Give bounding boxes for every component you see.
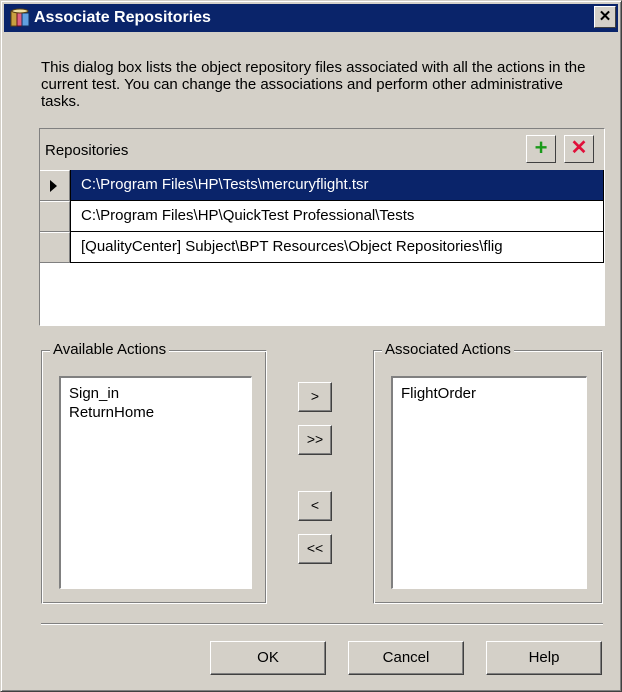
remove-action-button[interactable]: < bbox=[298, 491, 332, 521]
list-item[interactable]: ReturnHome bbox=[69, 403, 251, 422]
available-actions-label: Available Actions bbox=[50, 341, 170, 358]
available-actions-group: Available Actions Sign_in ReturnHome bbox=[41, 341, 267, 604]
repositories-header: Repositories + ✕ bbox=[40, 129, 604, 170]
repository-icon bbox=[10, 8, 30, 27]
current-row-pointer-icon bbox=[50, 180, 57, 192]
row-header[interactable] bbox=[40, 232, 70, 263]
associated-actions-list[interactable]: FlightOrder bbox=[391, 376, 587, 589]
close-button[interactable]: ✕ bbox=[594, 6, 616, 28]
row-header[interactable] bbox=[40, 201, 70, 232]
associated-actions-group: Associated Actions FlightOrder bbox=[373, 341, 603, 604]
dialog-title: Associate Repositories bbox=[34, 9, 211, 26]
available-actions-list[interactable]: Sign_in ReturnHome bbox=[59, 376, 252, 589]
add-all-actions-button[interactable]: >> bbox=[298, 425, 332, 455]
title-bar: Associate Repositories ✕ bbox=[4, 4, 618, 32]
remove-all-actions-button[interactable]: << bbox=[298, 534, 332, 564]
repository-path-cell[interactable]: C:\Program Files\HP\Tests\mercuryflight.… bbox=[70, 170, 604, 201]
repository-path-cell[interactable]: [QualityCenter] Subject\BPT Resources\Ob… bbox=[70, 232, 604, 263]
footer-divider bbox=[41, 623, 603, 625]
add-action-button[interactable]: > bbox=[298, 382, 332, 412]
help-button[interactable]: Help bbox=[486, 641, 602, 675]
list-item[interactable]: FlightOrder bbox=[401, 384, 586, 403]
close-icon: ✕ bbox=[598, 8, 612, 25]
repository-path-cell[interactable]: C:\Program Files\HP\QuickTest Profession… bbox=[70, 201, 604, 232]
row-header[interactable] bbox=[40, 170, 70, 201]
associate-repositories-dialog: Associate Repositories ✕ This dialog box… bbox=[0, 0, 622, 692]
repository-row[interactable]: C:\Program Files\HP\QuickTest Profession… bbox=[40, 201, 604, 232]
list-item[interactable]: Sign_in bbox=[69, 384, 251, 403]
repository-row[interactable]: [QualityCenter] Subject\BPT Resources\Ob… bbox=[40, 232, 604, 263]
associated-actions-label: Associated Actions bbox=[382, 341, 514, 358]
repositories-grid: Repositories + ✕ C:\Program Files\HP\Tes… bbox=[39, 128, 605, 326]
dialog-description: This dialog box lists the object reposit… bbox=[41, 59, 586, 110]
remove-repository-button[interactable]: ✕ bbox=[564, 135, 594, 163]
plus-icon: + bbox=[534, 135, 548, 160]
repository-row[interactable]: C:\Program Files\HP\Tests\mercuryflight.… bbox=[40, 170, 604, 201]
cancel-button[interactable]: Cancel bbox=[348, 641, 464, 675]
repositories-label: Repositories bbox=[45, 142, 129, 159]
ok-button[interactable]: OK bbox=[210, 641, 326, 675]
delete-icon: ✕ bbox=[570, 137, 588, 159]
add-repository-button[interactable]: + bbox=[526, 135, 556, 163]
